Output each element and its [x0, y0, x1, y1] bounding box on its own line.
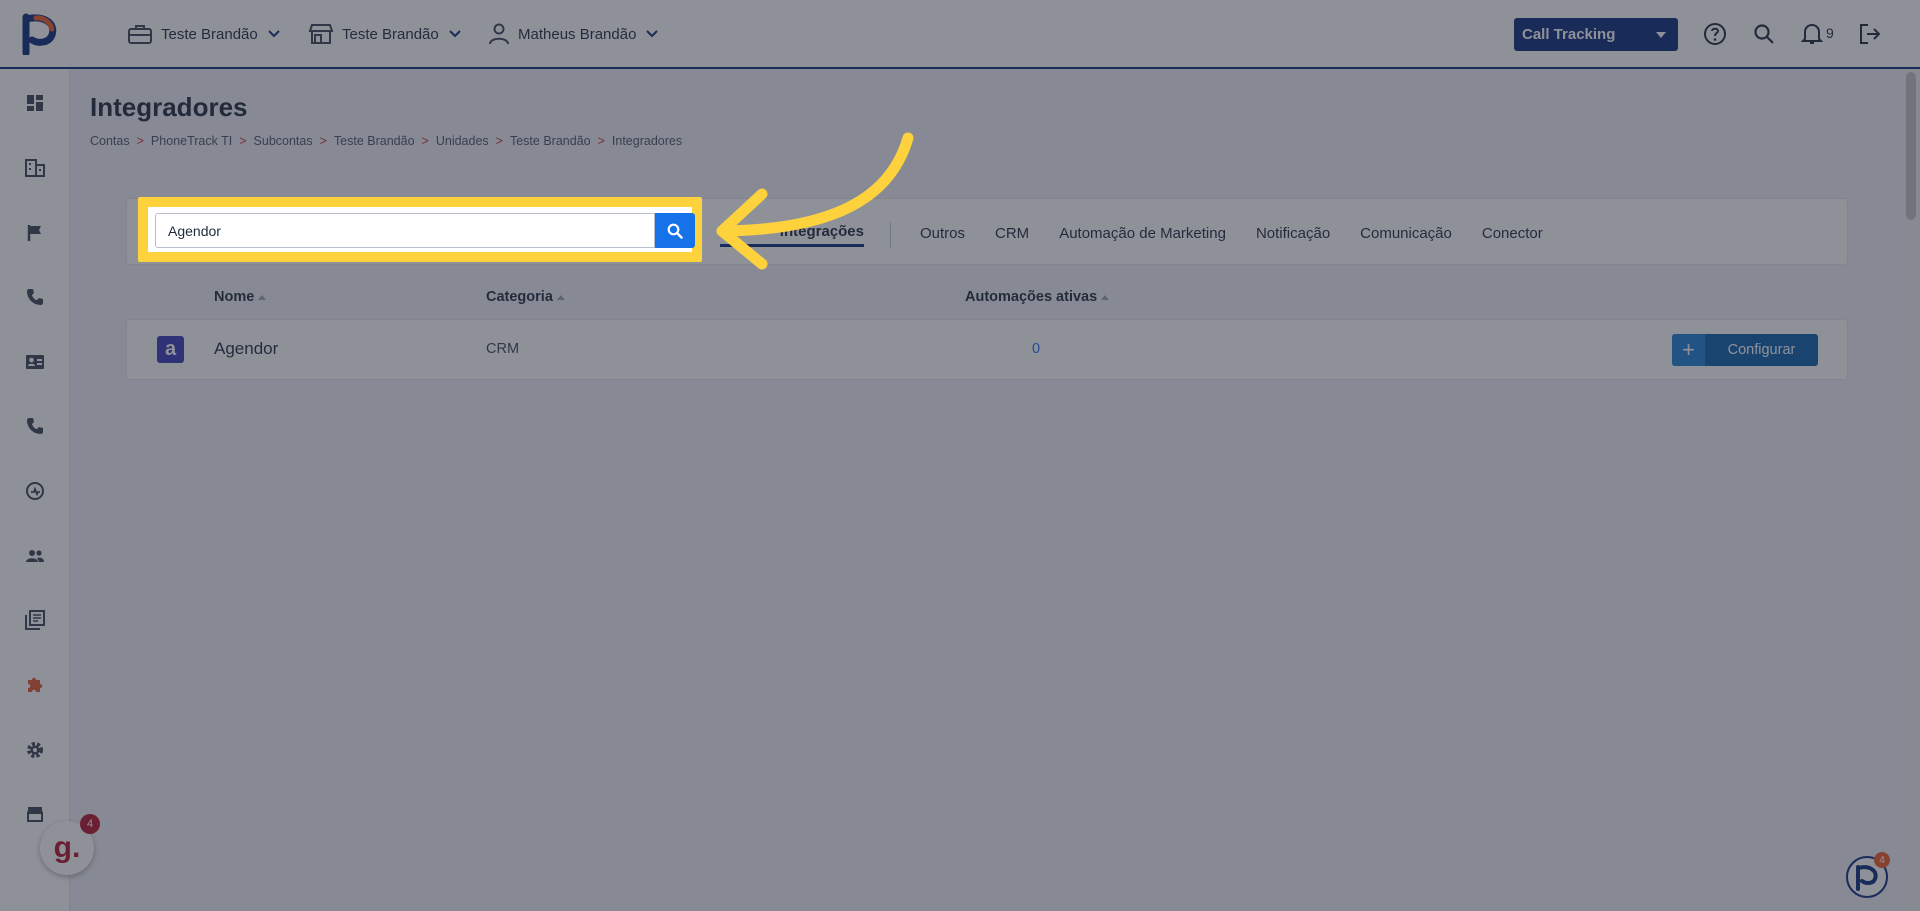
sidebar-item-contacts[interactable] — [0, 339, 70, 385]
sidebar-item-calls[interactable] — [0, 274, 70, 320]
g-widget-count: 4 — [80, 814, 100, 834]
configure-button-label: Configurar — [1727, 342, 1796, 358]
sidebar — [0, 69, 70, 911]
breadcrumb-item[interactable]: Contas — [90, 134, 130, 148]
scrollbar-thumb[interactable] — [1906, 72, 1916, 220]
breadcrumb-item[interactable]: Teste Brandão — [334, 134, 415, 148]
sidebar-item-users[interactable] — [0, 533, 70, 579]
account-label: Teste Brandão — [161, 25, 258, 43]
phone-call-icon — [27, 418, 43, 434]
column-header-label: Nome — [214, 289, 255, 305]
contact-card-icon — [26, 355, 44, 369]
phone-icon — [27, 289, 43, 305]
active-automations-count[interactable]: 0 — [1032, 341, 1040, 357]
subaccount-selector[interactable]: Teste Brandão — [308, 22, 461, 46]
bell-icon[interactable] — [1798, 20, 1826, 48]
column-header-automacoes[interactable]: Automações ativas — [965, 289, 1110, 305]
building-icon — [25, 159, 45, 177]
top-bar: Teste Brandão Teste Brandão Matheus Bran… — [0, 0, 1920, 69]
sort-caret-icon — [556, 294, 565, 300]
breadcrumb-separator: > — [597, 134, 605, 148]
page-title: Integradores — [90, 92, 248, 122]
caret-down-icon — [1656, 32, 1666, 38]
user-label: Matheus Brandão — [518, 25, 637, 43]
column-header-label: Automações ativas — [965, 289, 1098, 305]
search-icon[interactable] — [1750, 20, 1778, 48]
gear-icon — [27, 742, 43, 758]
tabs-divider — [890, 222, 891, 248]
sidebar-item-reports[interactable] — [0, 597, 70, 643]
breadcrumb-current: Integradores — [611, 134, 683, 148]
chevron-down-icon — [646, 30, 659, 38]
logout-icon[interactable] — [1856, 20, 1884, 48]
chevron-down-icon — [449, 30, 461, 38]
product-select[interactable]: Call Tracking — [1514, 18, 1678, 51]
sort-caret-icon — [1101, 294, 1110, 300]
table-row — [126, 319, 1848, 380]
tab-integracoes[interactable]: Integrações — [720, 223, 864, 247]
breadcrumb-item[interactable]: Unidades — [436, 134, 489, 148]
puzzle-icon — [28, 677, 43, 692]
breadcrumb-separator: > — [136, 134, 144, 148]
column-header-nome[interactable]: Nome — [214, 289, 267, 305]
category-tabs: Integrações Outros CRM Automação de Mark… — [720, 222, 1543, 248]
breadcrumb-item[interactable]: PhoneTrack TI — [151, 134, 232, 148]
store-icon — [308, 24, 334, 44]
g-widget-logo: g. — [53, 831, 81, 864]
user-icon — [489, 23, 509, 45]
phonetrack-chat-icon — [1856, 865, 1878, 891]
tab-conector[interactable]: Conector — [1482, 225, 1543, 246]
search-icon — [667, 223, 683, 239]
dashboard-icon — [27, 95, 43, 111]
breadcrumb-item[interactable]: Subcontas — [254, 134, 313, 148]
search-button[interactable] — [655, 213, 695, 248]
sidebar-item-integrations[interactable] — [0, 662, 70, 708]
breadcrumb-item[interactable]: Teste Brandão — [510, 134, 591, 148]
sidebar-item-dashboard[interactable] — [0, 80, 70, 126]
plus-icon: + — [1672, 334, 1705, 366]
sidebar-item-accounts[interactable] — [0, 145, 70, 191]
tab-outros[interactable]: Outros — [920, 225, 965, 246]
tab-crm[interactable]: CRM — [995, 225, 1029, 246]
search-input[interactable] — [155, 213, 655, 248]
sidebar-item-monitoring[interactable] — [0, 468, 70, 514]
sort-caret-icon — [258, 294, 267, 300]
integration-category: CRM — [486, 341, 520, 357]
store-icon — [27, 807, 43, 822]
column-header-label: Categoria — [486, 289, 553, 305]
breadcrumb-separator: > — [239, 134, 247, 148]
briefcase-icon — [128, 25, 152, 44]
product-select-label: Call Tracking — [1522, 26, 1616, 43]
account-selector[interactable]: Teste Brandão — [127, 22, 280, 46]
help-icon[interactable] — [1701, 20, 1729, 48]
breadcrumb-separator: > — [319, 134, 327, 148]
subaccount-label: Teste Brandão — [342, 25, 439, 43]
flag-icon — [27, 225, 41, 241]
phonetrack-chat-count: 4 — [1874, 852, 1890, 868]
breadcrumb: Contas > PhoneTrack TI > Subcontas > Teste … — [90, 134, 682, 148]
phonetrack-logo[interactable] — [22, 13, 58, 55]
sidebar-item-telephony[interactable] — [0, 403, 70, 449]
tab-notificacao[interactable]: Notificação — [1256, 225, 1330, 246]
sidebar-item-campaigns[interactable] — [0, 210, 70, 256]
breadcrumb-separator: > — [421, 134, 429, 148]
people-icon — [26, 550, 44, 562]
speed-icon — [26, 482, 44, 500]
sidebar-item-settings[interactable] — [0, 727, 70, 773]
configure-button[interactable]: + Configurar — [1672, 334, 1818, 366]
tab-automacao-marketing[interactable]: Automação de Marketing — [1059, 225, 1226, 246]
agendor-logo: a — [157, 336, 184, 363]
breadcrumb-separator: > — [495, 134, 503, 148]
user-selector[interactable]: Matheus Brandão — [488, 22, 659, 46]
notification-count: 9 — [1826, 25, 1834, 41]
library-icon — [25, 610, 45, 630]
column-header-categoria[interactable]: Categoria — [486, 289, 565, 305]
tab-comunicacao[interactable]: Comunicação — [1360, 225, 1452, 246]
chevron-down-icon — [268, 30, 280, 38]
integration-name: Agendor — [214, 339, 279, 358]
